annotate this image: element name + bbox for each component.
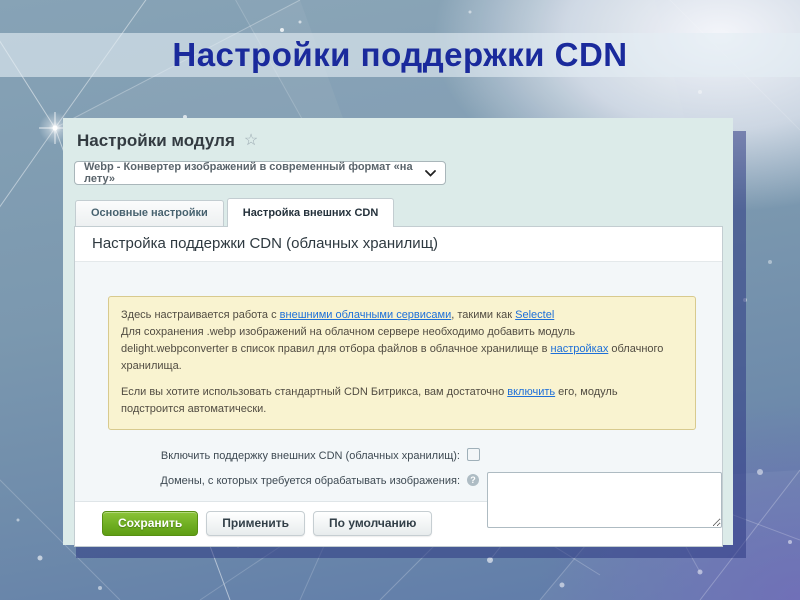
tab-content: Здесь настраивается работа с внешними об… [75,262,722,502]
section-title: Настройка поддержки CDN (облачных хранил… [75,227,722,262]
external-cloud-services-link[interactable]: внешними облачными сервисами [280,309,452,321]
note-text: Если вы хотите использовать стандартный … [121,386,507,398]
domains-label: Домены, с которых требуется обрабатывать… [108,472,460,488]
slide: Настройки поддержки CDN Настройки модуля… [0,0,800,600]
help-icon[interactable]: ? [467,474,479,486]
settings-form: Настройка поддержки CDN (облачных хранил… [74,226,723,547]
defaults-button[interactable]: По умолчанию [313,511,432,536]
enable-cdn-row: Включить поддержку внешних CDN (облачных… [108,447,722,463]
note-text: Для сохранения .webp изображений на обла… [121,326,575,355]
enable-cdn-label: Включить поддержку внешних CDN (облачных… [108,447,460,463]
enable-cdn-checkbox[interactable] [467,448,480,461]
note-text: , такими как [451,309,515,321]
tab-external-cdn[interactable]: Настройка внешних CDN [227,198,395,227]
apply-button[interactable]: Применить [206,511,305,536]
selectel-link[interactable]: Selectel [515,309,554,321]
settings-panel: Настройки модуля ☆ Webp - Конвертер изоб… [63,118,733,545]
chevron-down-icon [425,170,436,177]
page-title: Настройки поддержки CDN [0,36,800,74]
tab-main-settings[interactable]: Основные настройки [75,200,224,226]
enable-bitrix-cdn-link[interactable]: включить [507,386,555,398]
favorite-star-icon[interactable]: ☆ [244,133,258,149]
note-line-2: Для сохранения .webp изображений на обла… [121,324,683,375]
storage-settings-link[interactable]: настройках [551,343,609,355]
save-button[interactable]: Сохранить [102,511,198,536]
domains-textarea[interactable] [487,472,722,528]
module-settings-title: Настройки модуля [77,131,235,151]
module-select-dropdown[interactable]: Webp - Конвертер изображений в современн… [74,161,446,185]
note-line-1: Здесь настраивается работа с внешними об… [121,307,683,324]
info-note: Здесь настраивается работа с внешними об… [108,296,696,430]
module-header: Настройки модуля ☆ [77,131,723,151]
note-line-3: Если вы хотите использовать стандартный … [121,384,683,418]
tab-bar: Основные настройки Настройка внешних CDN [74,197,723,226]
note-text: Здесь настраивается работа с [121,309,280,321]
module-select-value: Webp - Конвертер изображений в современн… [84,161,425,185]
